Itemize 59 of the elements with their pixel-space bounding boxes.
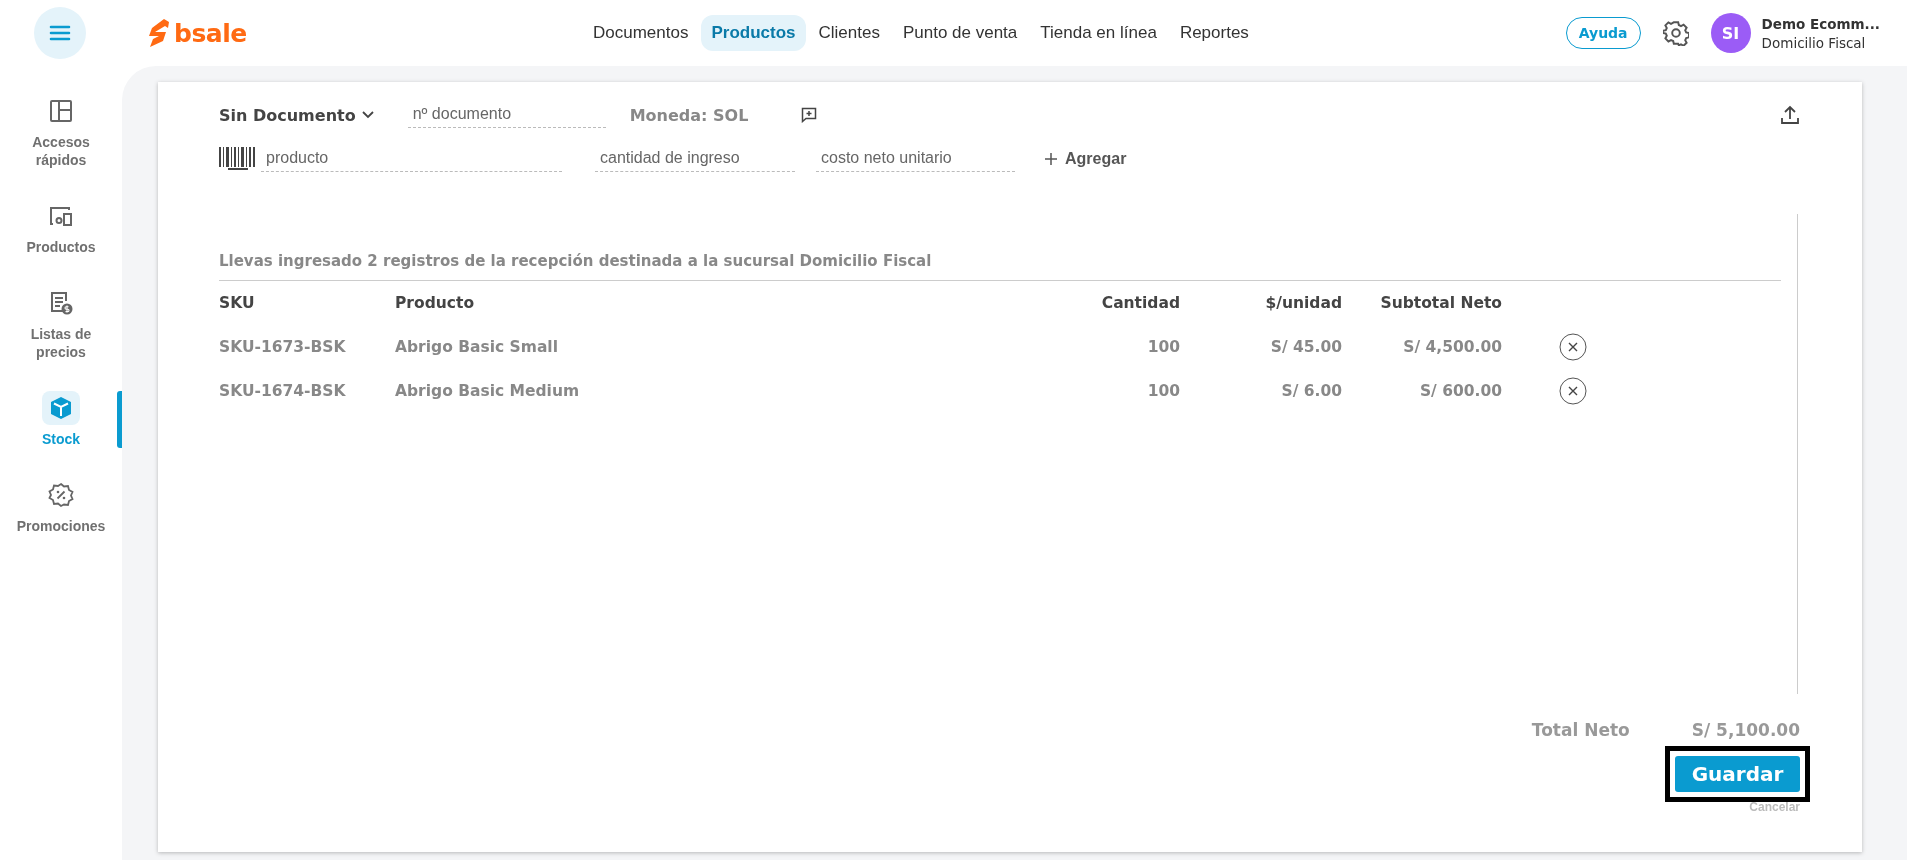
active-indicator [117, 391, 122, 448]
document-type-dropdown[interactable]: Sin Documento [219, 105, 374, 125]
sidebar-item[interactable]: Stock [0, 391, 122, 448]
unit-cost-field[interactable]: costo neto unitario [816, 146, 1015, 172]
nav-tab[interactable]: Reportes [1169, 15, 1259, 51]
summary-text: Llevas ingresado 2 registros de la recepción destinada a la sucursal Domicilio Fiscal [219, 252, 1781, 281]
table-cell-text: S/ 4,500.00 [1402, 337, 1502, 358]
sidebar-item[interactable]: Productos [0, 199, 122, 256]
price-list-icon [48, 290, 74, 316]
column-header: SKU [219, 293, 256, 314]
product-field[interactable]: producto [261, 146, 562, 172]
total-label: Total Neto [1531, 720, 1630, 740]
user-avatar[interactable]: SI [1710, 13, 1751, 53]
add-button[interactable]: Agregar [1045, 150, 1127, 168]
currency-label: Moneda: SOL [629, 105, 749, 125]
devices-icon [48, 205, 74, 227]
table-cell-text: S/ 6.00 [1280, 381, 1342, 402]
nav-tab[interactable]: Tienda en línea [1030, 15, 1167, 51]
save-button[interactable]: Guardar [1675, 756, 1800, 792]
quantity-field[interactable]: cantidad de ingreso [595, 146, 795, 172]
column-header: Cantidad [1100, 293, 1180, 314]
logo-icon [148, 19, 170, 47]
add-comment-icon[interactable] [801, 107, 818, 123]
logo-text: bsale [174, 18, 247, 48]
table-cell-text: Abrigo Basic Small [395, 337, 559, 358]
chevron-down-icon [361, 111, 374, 119]
document-number-field[interactable]: nº documento [407, 102, 606, 128]
table-cell-text: 100 [1146, 337, 1180, 358]
table-cell-text: S/ 45.00 [1269, 337, 1342, 358]
nav-tab[interactable]: Documentos [583, 15, 699, 51]
nav-tab[interactable]: Productos [701, 15, 806, 51]
column-header: Producto [395, 293, 476, 314]
layout-icon [49, 99, 73, 123]
table-cell-text: SKU-1673-BSK [219, 337, 347, 358]
sidebar-item[interactable]: Listas de precios [0, 286, 122, 361]
remove-icon[interactable] [1559, 333, 1587, 361]
remove-icon[interactable] [1559, 377, 1587, 405]
column-header: $/unidad [1264, 293, 1342, 314]
table-cell-text: SKU-1674-BSK [219, 381, 347, 402]
menu-button[interactable] [34, 7, 86, 59]
help-button[interactable]: Ayuda [1565, 17, 1641, 49]
nav-tab[interactable]: Punto de venta [892, 15, 1028, 51]
sidebar-item[interactable]: Promociones [0, 478, 122, 535]
total-value: S/ 5,100.00 [1691, 720, 1800, 740]
upload-icon[interactable] [1780, 105, 1800, 125]
table-cell-text: 100 [1146, 381, 1180, 402]
table-cell-text: Abrigo Basic Medium [395, 381, 581, 402]
nav-tab[interactable]: Clientes [808, 15, 890, 51]
column-header: Subtotal Neto [1379, 293, 1502, 314]
menu-icon [49, 25, 71, 41]
discount-badge-icon [48, 482, 74, 508]
user-name: Demo Ecomm... [1761, 15, 1880, 32]
settings-icon[interactable] [1662, 20, 1689, 46]
branch-name: Domicilio Fiscal [1761, 34, 1867, 51]
box-icon [49, 396, 73, 420]
plus-icon [1045, 153, 1057, 165]
barcode-icon [219, 146, 256, 172]
table-cell-text: S/ 600.00 [1418, 381, 1502, 402]
sidebar-item[interactable]: Accesos rápidos [0, 94, 122, 169]
